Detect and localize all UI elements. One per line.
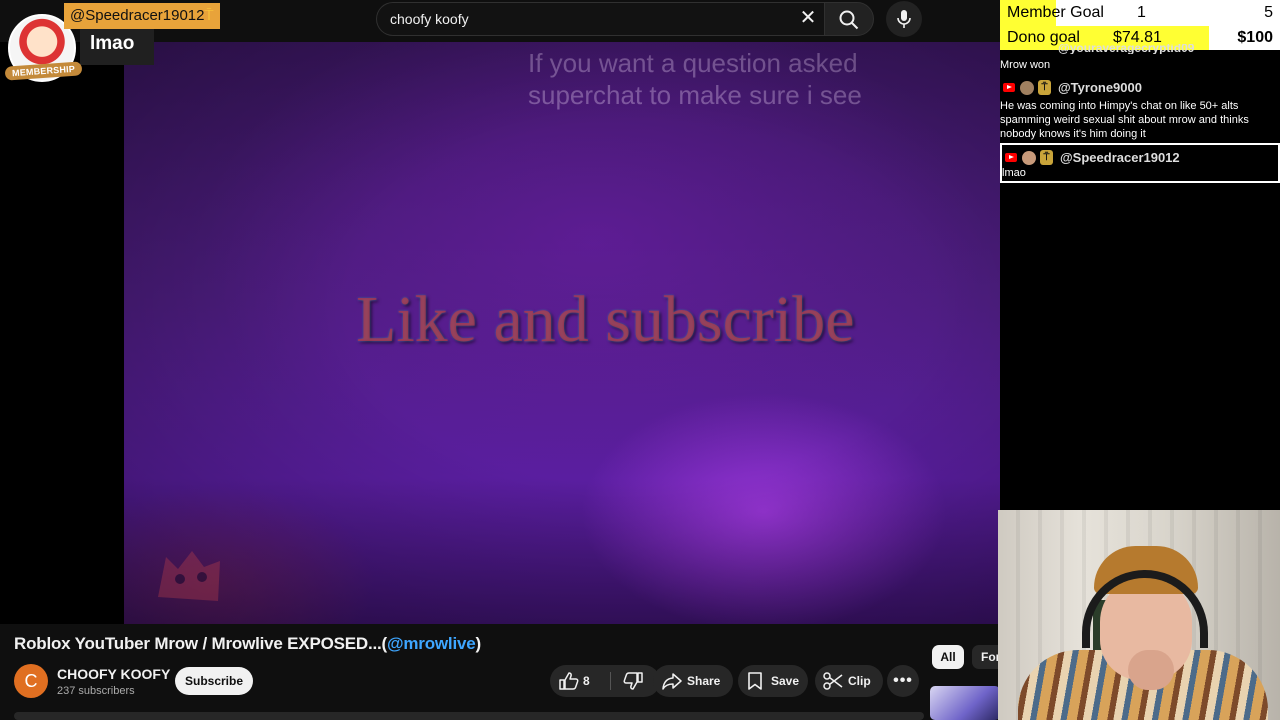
member-goal-label: Member Goal	[1007, 4, 1104, 21]
share-label: Share	[687, 674, 721, 688]
more-actions-button[interactable]: •••	[887, 665, 919, 697]
subscriber-count: 237 subscribers	[57, 685, 135, 697]
thumbs-down-icon	[623, 672, 643, 690]
channel-name[interactable]: CHOOFY KOOFY	[57, 666, 170, 682]
search-icon	[839, 10, 859, 30]
search-query: choofy koofy	[390, 11, 469, 27]
chat-author: @Speedracer19012	[1060, 150, 1180, 165]
voice-search-button[interactable]	[886, 1, 922, 37]
clip-button[interactable]: Clip	[815, 665, 883, 697]
youtube-icon	[1003, 83, 1015, 92]
save-label: Save	[771, 674, 800, 688]
chat-avatar	[1022, 151, 1036, 165]
member-goal-current: 1	[1137, 4, 1146, 21]
channel-mention-link[interactable]: @mrowlive	[387, 634, 476, 653]
video-overlay-text: Like and subscribe	[356, 283, 855, 356]
like-dislike-group: 8	[550, 665, 660, 697]
video-caption: If you want a question asked superchat t…	[528, 47, 948, 111]
member-badge-icon: ⍑	[1040, 150, 1053, 165]
description-panel[interactable]	[14, 712, 924, 720]
share-icon	[662, 673, 682, 690]
chat-message: lmao	[1002, 167, 1026, 179]
video-title-text: Roblox YouTuber Mrow / Mrowlive EXPOSED.…	[14, 634, 387, 653]
chat-author-cut: @youraveragecryptid09	[1058, 44, 1195, 54]
dono-goal-target: $100	[1237, 29, 1273, 46]
filter-chip-all[interactable]: All	[932, 645, 964, 669]
search-button[interactable]	[824, 2, 874, 36]
chat-highlighted-message: ⍑ @Speedracer19012 lmao	[1000, 143, 1280, 183]
like-button[interactable]: 8	[550, 665, 608, 697]
video-title-close: )	[475, 634, 481, 653]
member-goal-target: 5	[1264, 4, 1273, 21]
subscribe-button[interactable]: Subscribe	[175, 667, 253, 695]
member-goal-bar: Member Goal 1 5	[1000, 0, 1280, 26]
clear-search-button[interactable]: ✕	[797, 7, 819, 29]
channel-avatar[interactable]: C	[14, 664, 48, 698]
webcam-feed	[998, 510, 1280, 720]
bookmark-icon	[748, 672, 762, 690]
video-caption-line2: superchat to make sure i see	[528, 80, 862, 110]
alert-username-text: @Speedracer19012	[70, 7, 205, 24]
scissors-icon	[823, 672, 843, 690]
share-button[interactable]: Share	[653, 665, 733, 697]
thumbs-up-icon	[559, 672, 579, 690]
member-badge-icon: ⍑	[1038, 80, 1051, 95]
search-input[interactable]: choofy koofy	[376, 2, 824, 36]
video-player[interactable]: If you want a question asked superchat t…	[0, 42, 1000, 624]
save-button[interactable]: Save	[738, 665, 808, 697]
video-title: Roblox YouTuber Mrow / Mrowlive EXPOSED.…	[14, 634, 481, 654]
chat-author: @Tyrone9000	[1058, 80, 1142, 95]
clip-label: Clip	[848, 674, 871, 688]
like-count: 8	[583, 674, 590, 688]
chat-message: He was coming into Himpy's chat on like …	[1000, 100, 1249, 140]
video-frame[interactable]: If you want a question asked superchat t…	[124, 42, 1000, 624]
chat-message: Mrow won	[1000, 59, 1051, 71]
member-icon: ⍑	[204, 7, 214, 24]
alert-message: lmao	[80, 29, 154, 65]
alert-username: @Speedracer19012⍑	[64, 3, 220, 29]
chat-avatar	[1020, 81, 1034, 95]
microphone-icon	[897, 10, 911, 28]
video-caption-line1: If you want a question asked	[528, 48, 858, 78]
mascot-icon	[158, 551, 220, 601]
youtube-icon	[1005, 153, 1017, 162]
recommended-thumbnail[interactable]	[930, 686, 1000, 720]
live-chat: @youraveragecryptid09 Mrow won ⍑ @Tyrone…	[1000, 44, 1280, 510]
webcam-hand	[1128, 650, 1174, 690]
